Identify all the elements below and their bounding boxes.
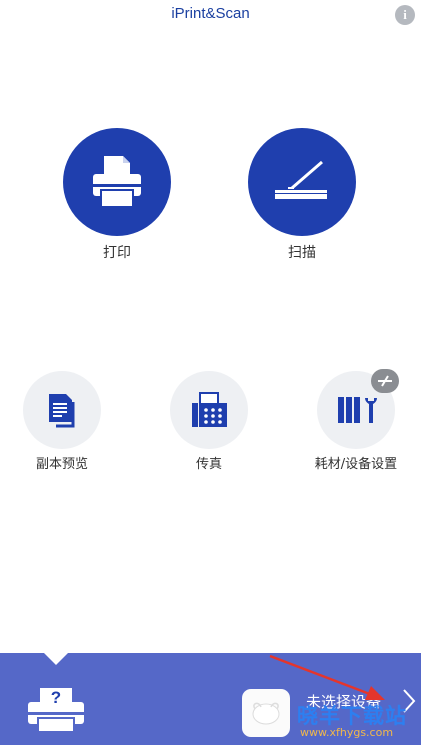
print-button[interactable] [63, 128, 171, 236]
copy-preview-label: 副本预览 [35, 457, 88, 472]
scan-button[interactable] [248, 128, 356, 236]
info-icon[interactable]: i [395, 5, 415, 25]
device-question-mark: ? [51, 688, 61, 707]
fax-label: 传真 [195, 457, 222, 472]
device-status-text[interactable]: 未选择设备 [306, 691, 381, 712]
supplies-settings-label: 耗材/设备设置 [314, 457, 398, 472]
copy-preview-button[interactable] [23, 371, 101, 449]
copy-preview-icon [49, 394, 75, 428]
scan-label: 扫描 [288, 245, 316, 261]
unknown-printer-icon[interactable]: ? [26, 686, 86, 734]
scanner-icon [275, 160, 327, 199]
fax-button[interactable] [170, 371, 248, 449]
chevron-right-icon[interactable] [401, 688, 417, 714]
fax-icon [192, 392, 227, 427]
print-label: 打印 [103, 245, 131, 261]
app-screen: iPrint&Scan i 打印 扫描 副本预览 传真 耗材/设备设置 ? 未选… [0, 0, 421, 745]
bottom-bar-notch [44, 653, 68, 665]
offline-icon [371, 369, 399, 393]
printer-icon [93, 156, 141, 208]
supplies-settings-icon [338, 397, 377, 423]
app-title: iPrint&Scan [171, 5, 250, 22]
